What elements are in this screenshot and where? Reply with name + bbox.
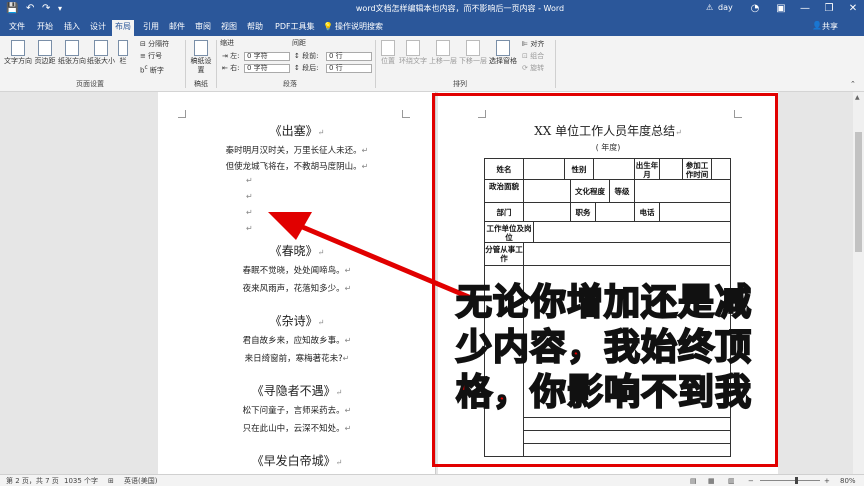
language-indicator[interactable]: 英语(美国)	[124, 476, 157, 486]
arrow-shaft	[299, 223, 477, 303]
zoom-out-button[interactable]: −	[748, 476, 754, 486]
zoom-in-button[interactable]: +	[824, 476, 830, 486]
web-layout-icon[interactable]: ▥	[728, 476, 735, 486]
vertical-scrollbar[interactable]: ▲	[853, 92, 864, 474]
zoom-slider[interactable]	[760, 480, 820, 481]
overlay-caption: 无论你增加还是减少内容，我始终顶格，你影响不到我	[455, 281, 753, 414]
zoom-slider-thumb[interactable]	[795, 477, 798, 484]
proofing-icon[interactable]: ⊞	[108, 476, 114, 486]
word-count[interactable]: 1035 个字	[64, 476, 98, 486]
scrollbar-thumb[interactable]	[855, 132, 862, 252]
print-layout-icon[interactable]: ▦	[708, 476, 715, 486]
status-bar: 第 2 页，共 7 页 1035 个字 ⊞ 英语(美国) ▤ ▦ ▥ − + 8…	[0, 474, 864, 486]
read-mode-icon[interactable]: ▤	[690, 476, 697, 486]
zoom-level[interactable]: 80%	[840, 476, 856, 486]
page-count[interactable]: 第 2 页，共 7 页	[6, 476, 59, 486]
scroll-up-icon[interactable]: ▲	[855, 94, 860, 101]
